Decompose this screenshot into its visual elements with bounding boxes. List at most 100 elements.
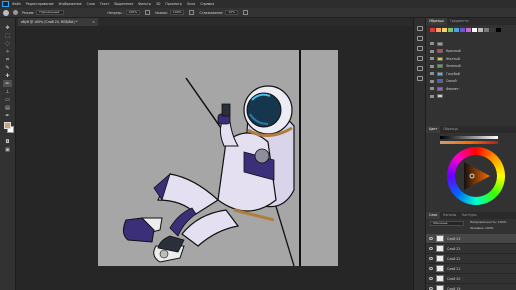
swatch-group-item[interactable]: Желтый <box>430 55 512 63</box>
properties-panel-icon[interactable] <box>417 36 423 41</box>
swatch-group-label: Красный <box>446 49 461 54</box>
tab-swatches[interactable]: Образцы <box>426 18 447 25</box>
layer-fill-value: 100% <box>485 226 494 230</box>
gradient-tool-icon[interactable]: ▤ <box>3 104 12 111</box>
screen-mode-icon[interactable]: ▣ <box>3 146 12 153</box>
color-panel-tabs: Цвет Образцы <box>426 126 516 133</box>
tab-gradients[interactable]: Градиенты <box>447 18 472 25</box>
swatch-color[interactable] <box>490 28 495 32</box>
visibility-eye-icon[interactable] <box>429 267 433 270</box>
foreground-color-swatch[interactable] <box>4 122 11 129</box>
brush-size-icon[interactable] <box>13 10 18 15</box>
swatch-color[interactable] <box>496 28 501 32</box>
lasso-tool-icon[interactable]: ◌ <box>3 40 12 47</box>
swatch-color[interactable] <box>478 28 483 32</box>
swatches-panel-tabs: Образцы Градиенты <box>426 18 516 25</box>
flow-field[interactable]: 100% <box>169 10 185 15</box>
menu-help[interactable]: Справка <box>200 2 214 6</box>
layer-fill-label: Заливка: <box>470 226 485 230</box>
menu-layer[interactable]: Слои <box>87 2 95 6</box>
character-panel-icon[interactable] <box>417 66 423 71</box>
swatch-color[interactable] <box>484 28 489 32</box>
paragraph-panel-icon[interactable] <box>417 76 423 81</box>
document-canvas[interactable] <box>98 50 338 266</box>
healing-brush-tool-icon[interactable]: ✚ <box>3 72 12 79</box>
menu-edit[interactable]: Редактирование <box>26 2 54 6</box>
brush-tool-preset-icon[interactable] <box>3 9 9 16</box>
visibility-eye-icon[interactable] <box>429 277 433 280</box>
folder-icon <box>430 79 434 83</box>
layer-row[interactable]: Слой 22 <box>426 254 516 264</box>
swatch-group-item[interactable] <box>430 40 512 48</box>
move-tool-icon[interactable]: ✥ <box>3 24 12 31</box>
marquee-tool-icon[interactable]: ⬚ <box>3 32 12 39</box>
smoothing-field[interactable]: 10% <box>225 10 239 15</box>
history-panel-icon[interactable] <box>417 26 423 31</box>
swatch-color[interactable] <box>460 28 465 32</box>
quick-mask-icon[interactable]: ◘ <box>3 138 12 145</box>
brightness-slider[interactable] <box>440 136 498 139</box>
visibility-eye-icon[interactable] <box>429 257 433 260</box>
swatch-color[interactable] <box>466 28 471 32</box>
menu-file[interactable]: Файл <box>12 2 21 6</box>
layer-opacity-value: 100% <box>497 220 507 224</box>
crop-tool-icon[interactable]: ⌗ <box>3 56 12 63</box>
menu-filter[interactable]: Фильтр <box>138 2 151 6</box>
brush-settings-panel-icon[interactable] <box>417 56 423 61</box>
opacity-label: Непрозр.: <box>107 10 124 15</box>
layer-row[interactable]: Слой 23 <box>426 244 516 254</box>
saturation-slider[interactable] <box>440 141 498 144</box>
mode-select[interactable]: Нормальный <box>36 10 65 15</box>
layer-row[interactable]: Слой 20 <box>426 274 516 284</box>
pen-tool-icon[interactable]: ✒ <box>3 112 12 119</box>
swatch-group-item[interactable] <box>430 93 512 101</box>
eraser-tool-icon[interactable]: ▭ <box>3 96 12 103</box>
swatch-group-item[interactable]: Голубой <box>430 70 512 78</box>
brush-tool-icon[interactable]: ✏ <box>3 80 12 87</box>
swatch-color[interactable] <box>436 28 441 32</box>
magic-wand-tool-icon[interactable]: ✧ <box>3 48 12 55</box>
layer-fill-field[interactable]: Заливка: 100% <box>468 227 512 232</box>
swatch-color[interactable] <box>442 28 447 32</box>
canvas-workspace[interactable] <box>16 26 413 290</box>
swatch-group-item[interactable]: Синий <box>430 78 512 86</box>
swatch-color[interactable] <box>454 28 459 32</box>
menu-select[interactable]: Выделение <box>114 2 133 6</box>
tab-color[interactable]: Цвет <box>426 126 441 133</box>
swatch-group-label: Фиолет. <box>446 86 460 91</box>
document-tab[interactable]: обуй @ 100% (Слой 24, RGB/8#) * × <box>18 18 98 26</box>
swatch-group-item[interactable]: Фиолет. <box>430 85 512 93</box>
layer-row[interactable]: Слой 19 <box>426 284 516 290</box>
menu-3d[interactable]: 3D <box>156 2 160 6</box>
swatch-color[interactable] <box>430 28 435 32</box>
swatch-group-item[interactable]: Зеленый <box>430 63 512 71</box>
astronaut-illustration <box>122 50 301 266</box>
swatch-group-label: Голубой <box>446 71 460 76</box>
swatch-color[interactable] <box>448 28 453 32</box>
clone-stamp-tool-icon[interactable]: ⊥ <box>3 88 12 95</box>
smoothing-settings-icon[interactable] <box>243 10 249 15</box>
swatch-color[interactable] <box>472 28 477 32</box>
tab-layers[interactable]: Слои <box>426 212 441 219</box>
color-triangle[interactable] <box>458 158 494 194</box>
layer-row[interactable]: Слой 24 <box>426 234 516 244</box>
visibility-eye-icon[interactable] <box>429 247 433 250</box>
close-tab-icon[interactable]: × <box>92 18 95 26</box>
menu-view[interactable]: Просмотр <box>165 2 181 6</box>
folder-icon <box>430 72 434 76</box>
tab-paths[interactable]: Контуры <box>459 212 480 219</box>
swatch-group-item[interactable]: Красный <box>430 48 512 56</box>
eyedropper-tool-icon[interactable]: ✎ <box>3 64 12 71</box>
tab-channels[interactable]: Каналы <box>440 212 459 219</box>
opacity-field[interactable]: 100% <box>125 10 141 15</box>
adjustments-panel-icon[interactable] <box>417 46 423 51</box>
layer-row[interactable]: Слой 21 <box>426 264 516 274</box>
blend-mode-select[interactable]: Обычные <box>430 221 464 226</box>
pressure-opacity-toggle[interactable] <box>145 10 151 15</box>
menu-window[interactable]: Окно <box>187 2 195 6</box>
airbrush-toggle[interactable] <box>189 10 195 15</box>
visibility-eye-icon[interactable] <box>429 237 433 240</box>
tab-swatches-2[interactable]: Образцы <box>440 126 461 133</box>
menu-image[interactable]: Изображение <box>59 2 82 6</box>
menu-type[interactable]: Текст <box>100 2 109 6</box>
